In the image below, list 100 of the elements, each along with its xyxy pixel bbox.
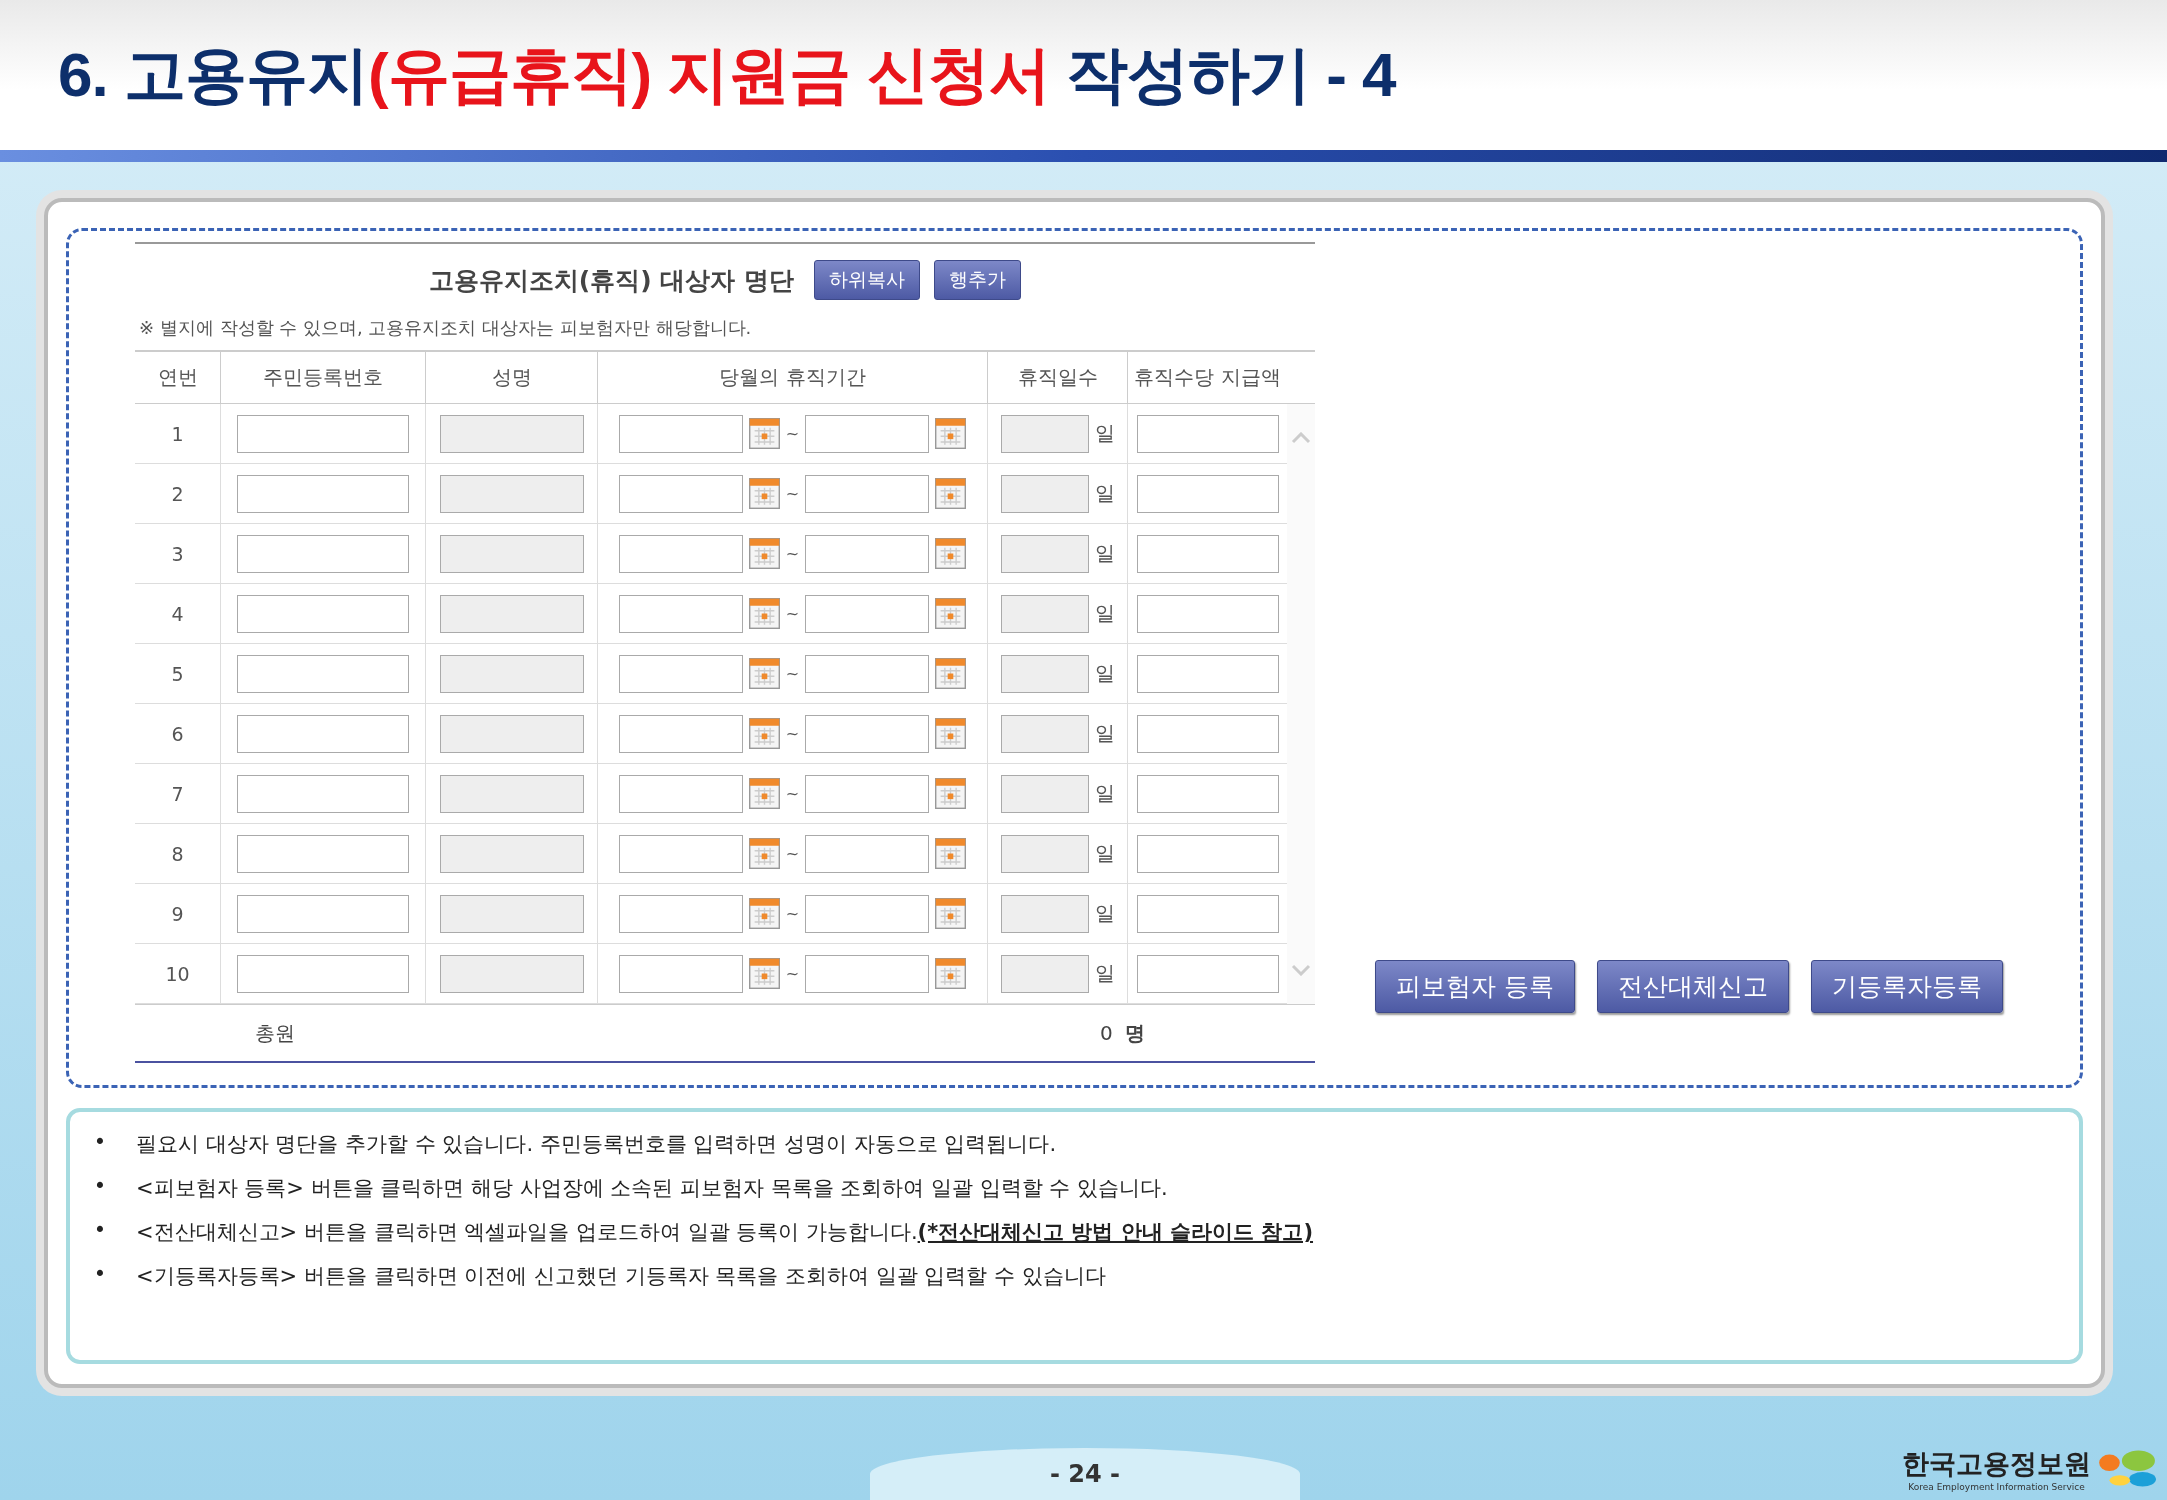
id-number-field[interactable]	[237, 834, 409, 873]
end-date-field[interactable]	[805, 594, 930, 633]
end-date-field[interactable]	[805, 654, 930, 693]
row-number: 8	[171, 842, 184, 865]
start-date-field[interactable]	[618, 654, 743, 693]
id-number-field[interactable]	[237, 594, 409, 633]
end-date-field[interactable]	[805, 954, 930, 993]
days-field[interactable]	[1000, 774, 1089, 813]
total-label: 총원	[255, 1019, 295, 1047]
amount-field[interactable]	[1136, 954, 1279, 993]
name-field[interactable]	[439, 474, 584, 513]
days-field[interactable]	[1000, 534, 1089, 573]
action-button[interactable]: 피보험자 등록	[1375, 960, 1575, 1013]
bullet: •	[92, 1262, 108, 1288]
id-number-field[interactable]	[237, 774, 409, 813]
calendar-icon[interactable]	[748, 418, 780, 449]
start-date-field[interactable]	[618, 594, 743, 633]
start-date-field[interactable]	[618, 474, 743, 513]
calendar-icon[interactable]	[935, 958, 967, 989]
unit-label: 일	[1094, 540, 1115, 567]
calendar-icon[interactable]	[748, 718, 780, 749]
days-field[interactable]	[1000, 834, 1089, 873]
amount-field[interactable]	[1136, 534, 1279, 573]
action-button[interactable]: 전산대체신고	[1596, 960, 1789, 1013]
row-number: 2	[171, 482, 184, 505]
days-field[interactable]	[1000, 714, 1089, 753]
calendar-icon[interactable]	[935, 658, 967, 689]
id-number-field[interactable]	[237, 894, 409, 933]
calendar-icon[interactable]	[748, 778, 780, 809]
column-header: 휴직수당 지급액	[1127, 352, 1287, 403]
calendar-icon[interactable]	[748, 478, 780, 509]
end-date-field[interactable]	[805, 414, 930, 453]
row-number: 6	[171, 722, 184, 745]
id-number-field[interactable]	[237, 534, 409, 573]
start-date-field[interactable]	[618, 774, 743, 813]
name-field[interactable]	[439, 954, 584, 993]
amount-field[interactable]	[1136, 594, 1279, 633]
end-date-field[interactable]	[805, 774, 930, 813]
id-number-field[interactable]	[237, 954, 409, 993]
amount-field[interactable]	[1136, 474, 1279, 513]
start-date-field[interactable]	[618, 834, 743, 873]
calendar-icon[interactable]	[748, 838, 780, 869]
start-date-field[interactable]	[618, 954, 743, 993]
name-field[interactable]	[439, 534, 584, 573]
amount-field[interactable]	[1136, 654, 1279, 693]
calendar-icon[interactable]	[935, 598, 967, 629]
small-button[interactable]: 하위복사	[814, 260, 921, 300]
name-field[interactable]	[439, 654, 584, 693]
id-number-field[interactable]	[237, 474, 409, 513]
name-field[interactable]	[439, 774, 584, 813]
unit-label: 일	[1094, 660, 1115, 687]
amount-field[interactable]	[1136, 774, 1279, 813]
action-button[interactable]: 기등록자등록	[1810, 960, 2003, 1013]
calendar-icon[interactable]	[935, 478, 967, 509]
end-date-field[interactable]	[805, 834, 930, 873]
note-text: <전산대체신고> 버튼을 클릭하면 엑셀파일을 업로드하여 일괄 등록이 가능합니다.(*전산대체신고 방법 안내 슬라이드 참고)	[136, 1219, 1313, 1246]
calendar-icon[interactable]	[748, 598, 780, 629]
days-field[interactable]	[1000, 594, 1089, 633]
start-date-field[interactable]	[618, 714, 743, 753]
calendar-icon[interactable]	[935, 898, 967, 929]
end-date-field[interactable]	[805, 894, 930, 933]
small-button[interactable]: 행추가	[934, 260, 1022, 300]
calendar-icon[interactable]	[935, 538, 967, 569]
name-field[interactable]	[439, 894, 584, 933]
note-text: <기등록자등록> 버튼을 클릭하면 이전에 신고했던 기등록자 목록을 조회하여 일괄 입력할 수 있습니다	[136, 1263, 1106, 1290]
days-field[interactable]	[1000, 954, 1089, 993]
name-field[interactable]	[439, 594, 584, 633]
amount-field[interactable]	[1136, 834, 1279, 873]
days-field[interactable]	[1000, 474, 1089, 513]
calendar-icon[interactable]	[935, 418, 967, 449]
end-date-field[interactable]	[805, 534, 930, 573]
amount-field[interactable]	[1136, 894, 1279, 933]
days-field[interactable]	[1000, 654, 1089, 693]
start-date-field[interactable]	[618, 534, 743, 573]
calendar-icon[interactable]	[748, 538, 780, 569]
scroll-up-icon[interactable]	[1291, 432, 1311, 444]
range-separator: ~	[785, 484, 800, 503]
end-date-field[interactable]	[805, 474, 930, 513]
calendar-icon[interactable]	[935, 718, 967, 749]
slide-title: 6. 고용유지(유급휴직) 지원금 신청서 작성하기 - 4	[58, 39, 1396, 111]
scroll-down-icon[interactable]	[1291, 964, 1311, 976]
calendar-icon[interactable]	[748, 958, 780, 989]
days-field[interactable]	[1000, 894, 1089, 933]
id-number-field[interactable]	[237, 414, 409, 453]
name-field[interactable]	[439, 414, 584, 453]
name-field[interactable]	[439, 834, 584, 873]
id-number-field[interactable]	[237, 714, 409, 753]
id-number-field[interactable]	[237, 654, 409, 693]
days-field[interactable]	[1000, 414, 1089, 453]
calendar-icon[interactable]	[935, 838, 967, 869]
start-date-field[interactable]	[618, 894, 743, 933]
calendar-icon[interactable]	[748, 898, 780, 929]
name-field[interactable]	[439, 714, 584, 753]
calendar-icon[interactable]	[935, 778, 967, 809]
unit-label: 일	[1094, 720, 1115, 747]
amount-field[interactable]	[1136, 414, 1279, 453]
amount-field[interactable]	[1136, 714, 1279, 753]
start-date-field[interactable]	[618, 414, 743, 453]
end-date-field[interactable]	[805, 714, 930, 753]
calendar-icon[interactable]	[748, 658, 780, 689]
